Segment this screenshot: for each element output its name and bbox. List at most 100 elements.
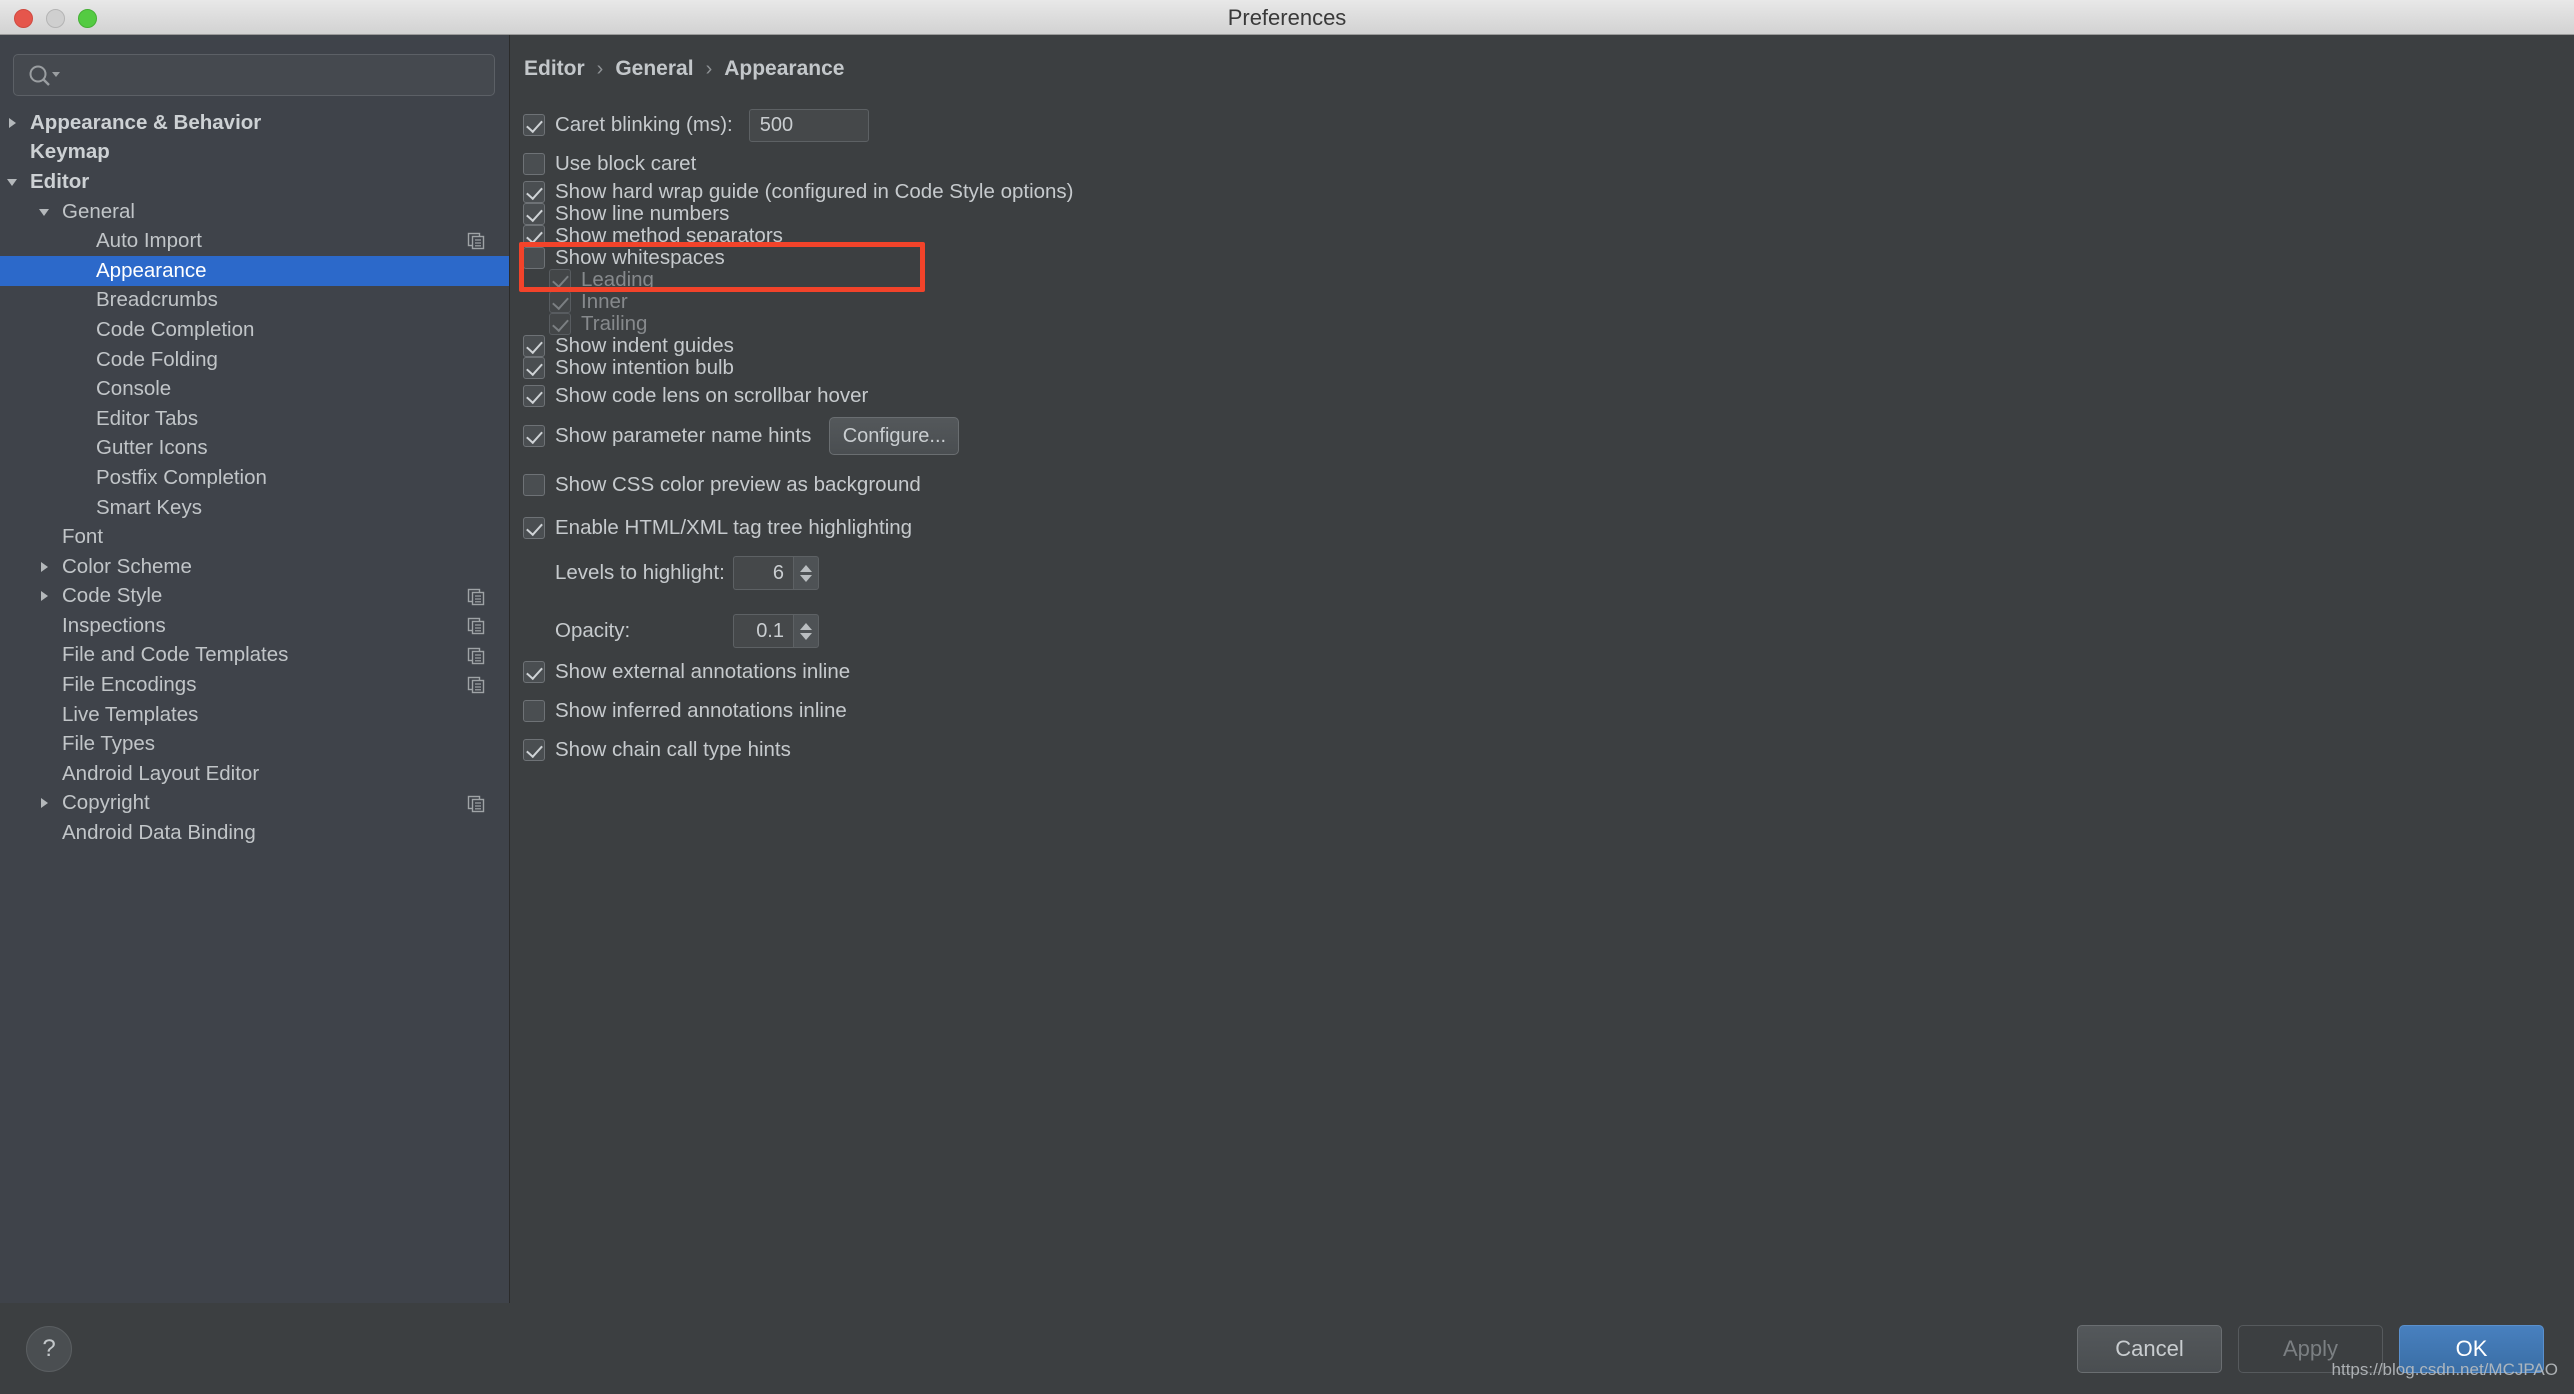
copy-icon[interactable]: [467, 647, 485, 665]
option-show-line-numbers: Show line numbers: [523, 202, 2564, 225]
sidebar-item-general[interactable]: General: [0, 197, 509, 227]
chevron-right-icon[interactable]: [34, 793, 54, 813]
search-input[interactable]: [68, 55, 486, 95]
sidebar-item-android-data-binding[interactable]: Android Data Binding: [0, 818, 509, 848]
caret-blinking-checkbox[interactable]: [523, 114, 545, 136]
show-method-separators-checkbox[interactable]: [523, 225, 545, 247]
sidebar-item-auto-import[interactable]: Auto Import: [0, 226, 509, 256]
show-intention-bulb-checkbox[interactable]: [523, 357, 545, 379]
option-trailing: Trailing: [549, 312, 2564, 335]
show-code-lens-label: Show code lens on scrollbar hover: [555, 384, 869, 407]
sidebar-item-console[interactable]: Console: [0, 374, 509, 404]
sidebar-item-gutter-icons[interactable]: Gutter Icons: [0, 434, 509, 464]
sidebar-item-live-templates[interactable]: Live Templates: [0, 700, 509, 730]
sidebar-item-appearance-behavior[interactable]: Appearance & Behavior: [0, 108, 509, 138]
search-box[interactable]: [13, 54, 495, 96]
show-indent-guides-checkbox[interactable]: [523, 335, 545, 357]
show-parameter-name-hints-checkbox[interactable]: [523, 425, 545, 447]
show-indent-guides-label: Show indent guides: [555, 334, 734, 357]
settings-tree[interactable]: Appearance & Behavior Keymap Editor General…: [0, 108, 509, 1303]
sidebar-item-label: Editor: [30, 169, 90, 193]
window-title: Preferences: [1227, 5, 1347, 30]
sidebar-item-code-style[interactable]: Code Style: [0, 582, 509, 612]
stepper-up-icon[interactable]: [800, 622, 812, 630]
sidebar-item-label: Copyright: [62, 791, 150, 815]
sidebar-item-editor-tabs[interactable]: Editor Tabs: [0, 404, 509, 434]
sidebar-item-editor[interactable]: Editor: [0, 167, 509, 197]
option-show-chain-call-type-hints: Show chain call type hints: [523, 738, 2564, 761]
stepper-down-icon[interactable]: [800, 632, 812, 640]
copy-icon[interactable]: [467, 588, 485, 606]
sidebar-item-label: Inspections: [62, 613, 166, 637]
sidebar-item-code-completion[interactable]: Code Completion: [0, 315, 509, 345]
sidebar-item-appearance[interactable]: Appearance: [0, 255, 509, 286]
show-css-color-preview-checkbox[interactable]: [523, 474, 545, 496]
show-hard-wrap-guide-checkbox[interactable]: [523, 181, 545, 203]
stepper-up-icon[interactable]: [800, 564, 812, 572]
sidebar-item-label: Live Templates: [62, 702, 199, 726]
show-chain-call-type-hints-checkbox[interactable]: [523, 739, 545, 761]
sidebar-item-file-types[interactable]: File Types: [0, 729, 509, 759]
chevron-right-icon[interactable]: [34, 557, 54, 577]
sidebar-item-label: Console: [96, 377, 172, 401]
levels-to-highlight-value[interactable]: 6: [733, 556, 793, 590]
sidebar-item-copyright[interactable]: Copyright: [0, 789, 509, 819]
sidebar-item-label: Keymap: [30, 140, 110, 164]
opacity-spinner[interactable]: 0.1: [733, 614, 819, 648]
chevron-right-icon[interactable]: [34, 586, 54, 606]
show-intention-bulb-label: Show intention bulb: [555, 356, 734, 379]
sidebar-item-keymap[interactable]: Keymap: [0, 138, 509, 168]
sidebar-item-inspections[interactable]: Inspections: [0, 611, 509, 641]
caret-blinking-input[interactable]: 500: [748, 108, 869, 142]
sidebar-item-label: Code Completion: [96, 317, 255, 341]
option-inner: Inner: [549, 290, 2564, 313]
watermark-text: https://blog.csdn.net/MCJPAO: [2331, 1360, 2558, 1379]
sidebar-item-code-folding[interactable]: Code Folding: [0, 345, 509, 375]
sidebar-item-file-encodings[interactable]: File Encodings: [0, 670, 509, 700]
sidebar-item-color-scheme[interactable]: Color Scheme: [0, 552, 509, 582]
show-whitespaces-checkbox[interactable]: [523, 247, 545, 269]
options-list: Caret blinking (ms): 500 Use block caret…: [523, 103, 2564, 761]
sidebar-item-label: Editor Tabs: [96, 406, 199, 430]
show-external-annotations-checkbox[interactable]: [523, 661, 545, 683]
option-show-hard-wrap-guide: Show hard wrap guide (configured in Code…: [523, 180, 2564, 203]
copy-icon[interactable]: [467, 232, 485, 250]
enable-tag-tree-highlighting-checkbox[interactable]: [523, 517, 545, 539]
opacity-stepper[interactable]: [793, 614, 819, 648]
sidebar-item-file-and-code-templates[interactable]: File and Code Templates: [0, 641, 509, 671]
copy-icon[interactable]: [467, 617, 485, 635]
use-block-caret-checkbox[interactable]: [523, 153, 545, 175]
option-show-parameter-name-hints: Show parameter name hints Configure...: [523, 413, 2564, 459]
option-show-method-separators: Show method separators: [523, 224, 2564, 247]
levels-to-highlight-stepper[interactable]: [793, 556, 819, 590]
stepper-down-icon[interactable]: [800, 574, 812, 582]
sidebar-item-font[interactable]: Font: [0, 522, 509, 552]
show-inferred-annotations-checkbox[interactable]: [523, 700, 545, 722]
dialog-footer: ? Cancel Apply OK https://blog.csdn.net/…: [0, 1303, 2574, 1394]
option-levels-to-highlight: Levels to highlight: 6: [523, 545, 2564, 601]
cancel-button[interactable]: Cancel: [2077, 1325, 2222, 1373]
sidebar-item-postfix-completion[interactable]: Postfix Completion: [0, 463, 509, 493]
sidebar-item-smart-keys[interactable]: Smart Keys: [0, 493, 509, 523]
breadcrumb: Editor › General › Appearance: [524, 55, 844, 83]
caret-blinking-label: Caret blinking (ms):: [555, 113, 733, 136]
chevron-down-icon[interactable]: [34, 202, 54, 222]
breadcrumb-item-general[interactable]: General: [615, 57, 693, 81]
breadcrumb-item-editor[interactable]: Editor: [524, 57, 585, 81]
levels-to-highlight-spinner[interactable]: 6: [733, 556, 819, 590]
copy-icon[interactable]: [467, 676, 485, 694]
copy-icon[interactable]: [467, 795, 485, 813]
configure-button[interactable]: Configure...: [829, 417, 960, 455]
opacity-label: Opacity:: [555, 619, 631, 642]
show-code-lens-checkbox[interactable]: [523, 385, 545, 407]
opacity-value[interactable]: 0.1: [733, 614, 793, 648]
sidebar-item-android-layout-editor[interactable]: Android Layout Editor: [0, 759, 509, 789]
chevron-down-icon[interactable]: [2, 172, 22, 192]
option-enable-tag-tree-highlighting: Enable HTML/XML tag tree highlighting: [523, 511, 2564, 545]
sidebar-item-breadcrumbs[interactable]: Breadcrumbs: [0, 286, 509, 316]
help-button[interactable]: ?: [26, 1326, 72, 1372]
option-show-external-annotations: Show external annotations inline: [523, 660, 2564, 683]
show-line-numbers-label: Show line numbers: [555, 202, 730, 225]
chevron-right-icon[interactable]: [2, 113, 22, 133]
show-line-numbers-checkbox[interactable]: [523, 203, 545, 225]
